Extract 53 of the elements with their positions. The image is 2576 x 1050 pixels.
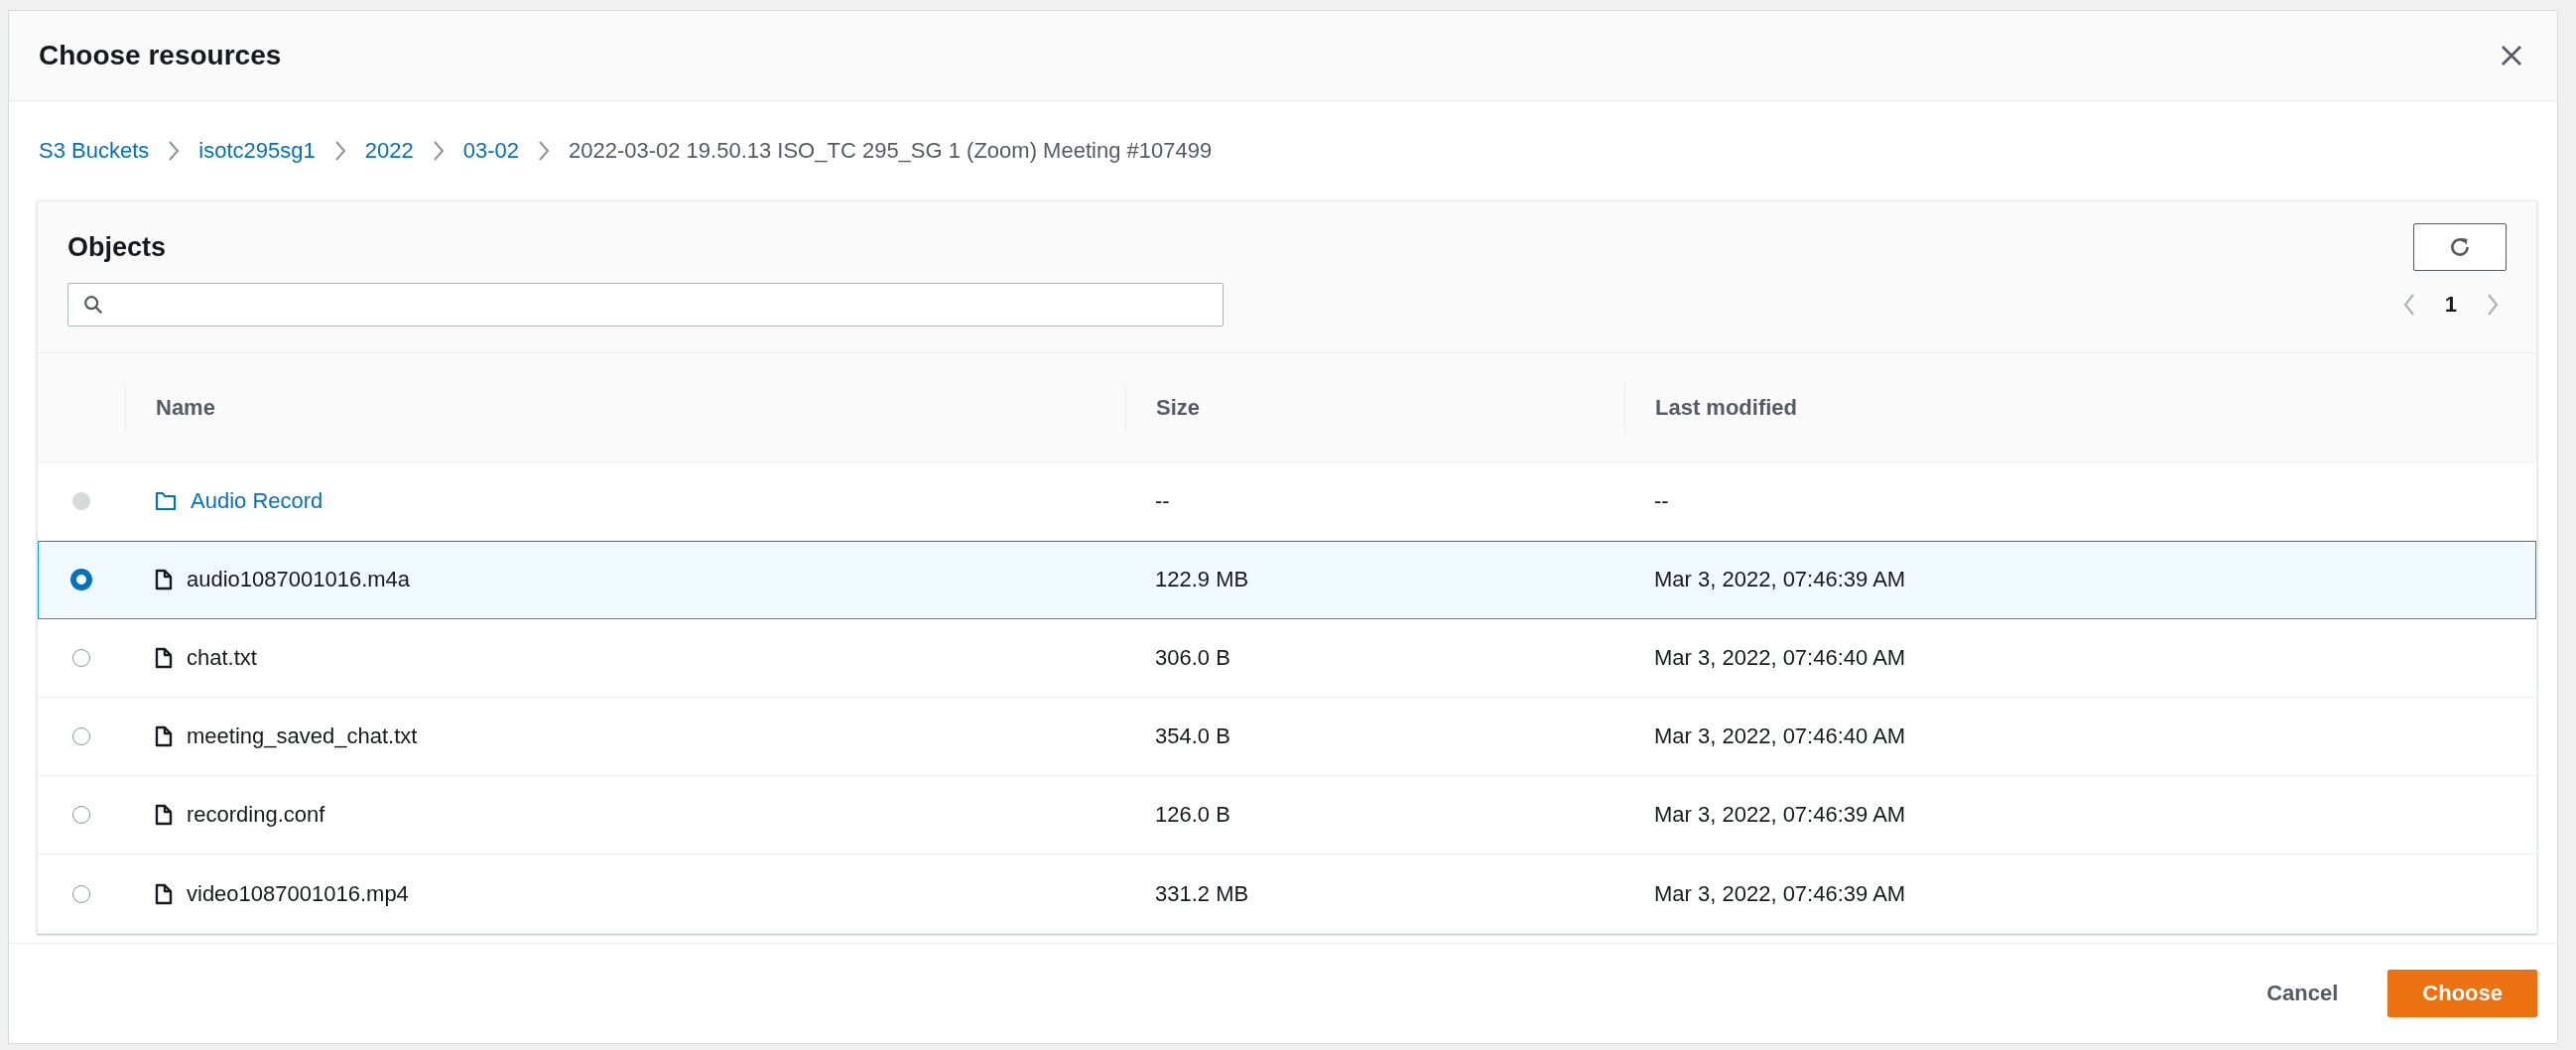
table-cell: 331.2 MB — [1155, 880, 1249, 906]
table-cell: 122.9 MB — [1155, 567, 1249, 591]
radio-button[interactable] — [72, 884, 90, 903]
file-icon — [155, 725, 173, 747]
chevron-right-icon — [536, 139, 551, 163]
table-cell: Mar 3, 2022, 07:46:40 AM — [1654, 723, 1906, 748]
column-header: Size — [1156, 394, 1201, 421]
file-icon — [155, 647, 173, 669]
table-cell: Mar 3, 2022, 07:46:39 AM — [1654, 880, 1906, 906]
table-cell: 126.0 B — [1155, 802, 1230, 827]
dialog-title: Choose resources — [39, 40, 282, 71]
file-icon — [155, 569, 173, 591]
table-cell: 354.0 B — [1155, 723, 1230, 748]
breadcrumb-link[interactable]: 2022 — [364, 138, 414, 164]
table-row[interactable]: recording.conf 126.0 B Mar 3, 2022, 07:46:39 AM — [38, 776, 2536, 854]
file-name: video1087001016.mp4 — [187, 880, 409, 907]
radio-button[interactable] — [72, 649, 90, 667]
breadcrumb-link[interactable]: S3 Buckets — [39, 138, 150, 164]
table-cell: 306.0 B — [1155, 645, 1230, 670]
file-name: chat.txt — [187, 645, 257, 671]
breadcrumb-current: 2022-03-02 19.50.13 ISO_TC 295_SG 1 (Zoom) Meeting #107499 — [568, 138, 1213, 164]
column-header: Last modified — [1655, 394, 1797, 421]
table-row[interactable]: audio1087001016.m4a 122.9 MB Mar 3, 2022, 07:46:39 AM — [38, 541, 2536, 619]
table-row[interactable]: meeting_saved_chat.txt 354.0 B Mar 3, 2022, 07:46:40 AM — [38, 698, 2536, 776]
search-field[interactable] — [67, 283, 1224, 327]
radio-button[interactable] — [72, 806, 90, 824]
radio-button[interactable] — [70, 569, 92, 591]
file-icon — [155, 804, 173, 826]
next-page-icon[interactable] — [2485, 292, 2501, 318]
file-name: audio1087001016.m4a — [187, 567, 411, 592]
file-name: meeting_saved_chat.txt — [187, 723, 418, 749]
table-cell: Mar 3, 2022, 07:46:40 AM — [1654, 645, 1906, 670]
cancel-button[interactable]: Cancel — [2247, 971, 2359, 1016]
folder-icon — [155, 491, 177, 511]
chevron-right-icon — [431, 139, 446, 163]
table-cell: -- — [1155, 488, 1170, 513]
objects-title: Objects — [67, 231, 167, 263]
chevron-right-icon — [167, 139, 182, 163]
search-icon — [82, 294, 104, 316]
table-cell: Mar 3, 2022, 07:46:39 AM — [1654, 567, 1906, 591]
page-number[interactable]: 1 — [2444, 292, 2457, 318]
table-row[interactable]: video1087001016.mp4 331.2 MB Mar 3, 2022, 07:46:39 AM — [38, 854, 2536, 933]
breadcrumb-link[interactable]: 03-02 — [462, 138, 519, 164]
chevron-right-icon — [332, 139, 347, 163]
table-cell: -- — [1654, 488, 1669, 513]
column-header: Name — [156, 394, 215, 421]
table-cell: Mar 3, 2022, 07:46:39 AM — [1654, 802, 1906, 827]
breadcrumb-link[interactable]: isotc295sg1 — [198, 138, 316, 164]
radio-button[interactable] — [72, 727, 90, 745]
table-row[interactable]: chat.txt 306.0 B Mar 3, 2022, 07:46:40 AM — [38, 619, 2536, 698]
file-name: recording.conf — [187, 802, 325, 828]
refresh-button[interactable] — [2413, 223, 2507, 271]
file-icon — [155, 882, 173, 905]
